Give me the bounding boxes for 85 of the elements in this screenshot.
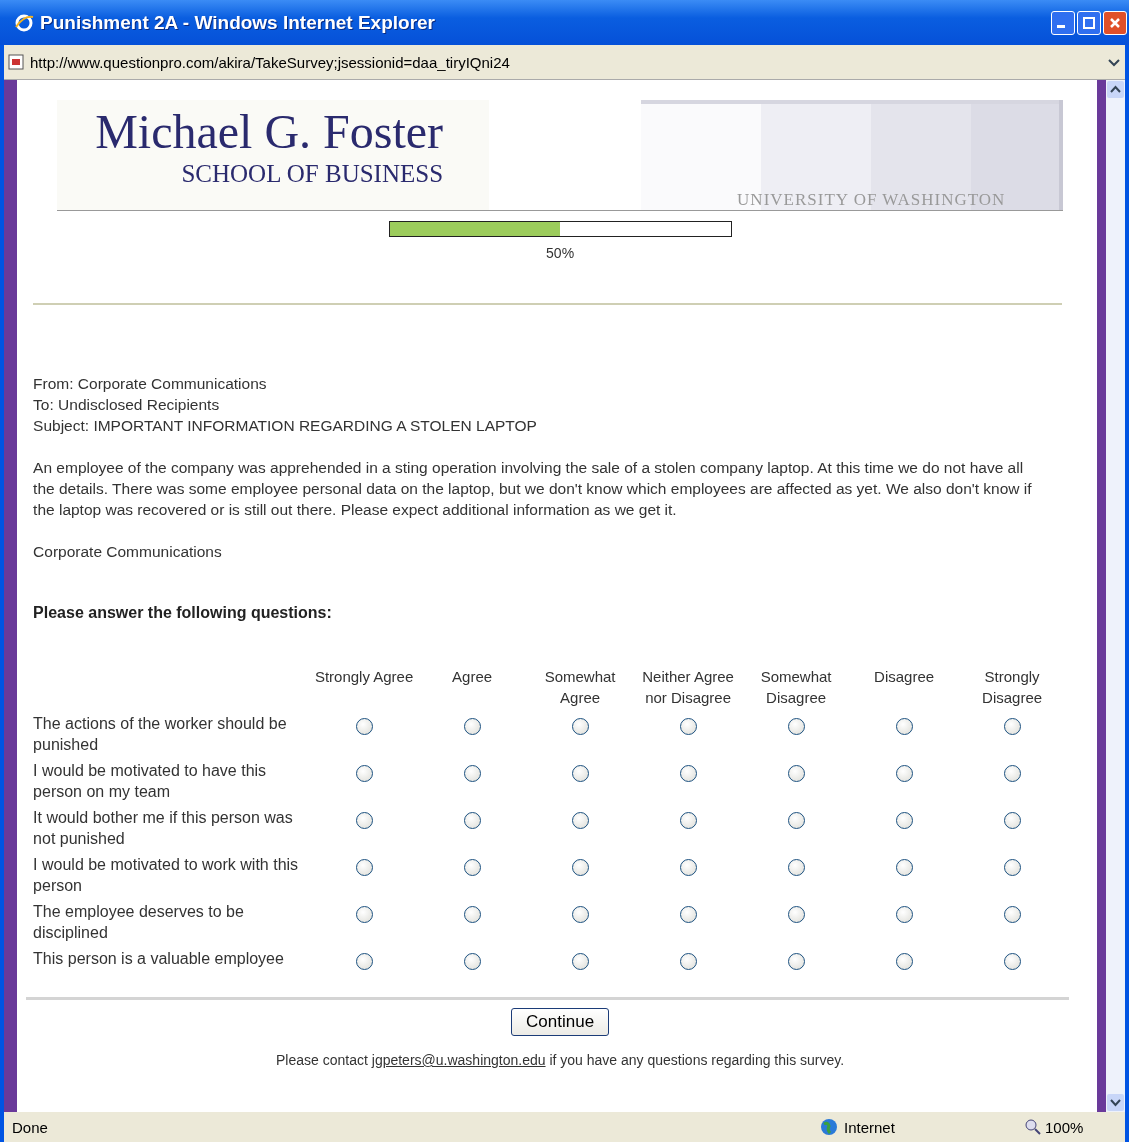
radio-button[interactable] (679, 718, 697, 735)
instructions: Please answer the following questions: (33, 604, 333, 622)
globe-icon (820, 1118, 838, 1136)
signature: Corporate Communications (33, 542, 223, 562)
radio-button[interactable] (355, 765, 373, 782)
radio-button[interactable] (571, 765, 589, 782)
minimize-icon (1057, 25, 1065, 28)
radio-button[interactable] (571, 906, 589, 923)
status-text: Done (11, 1118, 49, 1136)
radio-button[interactable] (1003, 812, 1021, 829)
radio-button[interactable] (787, 812, 805, 829)
column-header: Neither Agree nor Disagree (641, 667, 735, 708)
progress-percent: 50% (546, 245, 575, 261)
zoom-text[interactable]: 100% (1045, 1118, 1084, 1136)
maximize-icon (1082, 15, 1096, 30)
radio-button[interactable] (571, 859, 589, 876)
radio-button[interactable] (463, 718, 481, 735)
continue-button[interactable]: Continue (511, 1008, 610, 1036)
column-header: Strongly Agree (314, 667, 415, 687)
browser-logo-icon (14, 12, 34, 33)
radio-button[interactable] (787, 859, 805, 876)
zone-text: Internet (844, 1118, 895, 1136)
radio-button[interactable] (895, 906, 913, 923)
university-name: UNIVERSITY OF WASHINGTON (736, 190, 1006, 210)
question-statement: This person is a valuable employee (33, 949, 285, 969)
radio-button[interactable] (1003, 953, 1021, 970)
radio-button[interactable] (355, 953, 373, 970)
close-button[interactable] (1103, 10, 1127, 35)
email-header-line: To: Undisclosed Recipients (33, 395, 221, 415)
maximize-button[interactable] (1077, 10, 1101, 35)
radio-button[interactable] (1003, 718, 1021, 735)
radio-button[interactable] (679, 812, 697, 829)
scroll-up-icon[interactable] (1106, 80, 1125, 99)
radio-button[interactable] (1003, 859, 1021, 876)
column-header: Agree (451, 667, 494, 687)
close-icon (1108, 15, 1122, 30)
email-header-line: From: Corporate Communications (33, 374, 268, 394)
radio-button[interactable] (787, 953, 805, 970)
radio-button[interactable] (463, 812, 481, 829)
email-header-line: Subject: IMPORTANT INFORMATION REGARDING A STOLEN LAPTOP (33, 416, 538, 436)
radio-button[interactable] (787, 906, 805, 923)
radio-button[interactable] (787, 718, 805, 735)
radio-button[interactable] (895, 953, 913, 970)
radio-button[interactable] (463, 953, 481, 970)
column-header: Somewhat Disagree (759, 667, 833, 708)
radio-button[interactable] (463, 765, 481, 782)
minimize-button[interactable] (1051, 10, 1075, 35)
radio-button[interactable] (571, 953, 589, 970)
question-statement: I would be motivated to have this person on my team (33, 761, 268, 802)
radio-button[interactable] (679, 859, 697, 876)
radio-button[interactable] (679, 953, 697, 970)
column-header: Disagree (873, 667, 936, 687)
radio-button[interactable] (355, 859, 373, 876)
radio-button[interactable] (895, 812, 913, 829)
radio-button[interactable] (463, 859, 481, 876)
radio-button[interactable] (1003, 906, 1021, 923)
address-text: http://www.questionpro.com/akira/TakeSurvey;jsessionid=daa_tiryIQni24 (30, 53, 511, 71)
logo-title: Michael G. Foster (95, 108, 444, 156)
column-header: Somewhat Agree (543, 667, 617, 708)
radio-button[interactable] (463, 906, 481, 923)
question-statement: The employee deserves to be disciplined (33, 902, 245, 943)
radio-button[interactable] (355, 906, 373, 923)
radio-button[interactable] (895, 718, 913, 735)
message-paragraph: An employee of the company was apprehended in a sting operation involving the sale of a stolen company laptop. At this time we do not have all the details. There was some employee personal data on the laptop, but we don't know which employees are affected as yet. We also don't know if the laptop was recovered or is still out there. Please expect additional information as we get it. (33, 458, 1033, 520)
window-title: Punishment 2A - Windows Internet Explorer (40, 11, 436, 34)
radio-button[interactable] (679, 906, 697, 923)
question-statement: I would be motivated to work with this person (33, 855, 300, 896)
radio-button[interactable] (571, 718, 589, 735)
logo-subtitle: SCHOOL OF BUSINESS (181, 160, 444, 188)
radio-button[interactable] (1003, 765, 1021, 782)
column-header: Strongly Disagree (981, 667, 1044, 708)
radio-button[interactable] (895, 859, 913, 876)
question-statement: It would bother me if this person was not punished (33, 808, 294, 849)
radio-button[interactable] (355, 718, 373, 735)
radio-button[interactable] (895, 765, 913, 782)
page-icon (8, 54, 24, 70)
radio-button[interactable] (571, 812, 589, 829)
question-statement: The actions of the worker should be punished (33, 714, 288, 755)
radio-button[interactable] (787, 765, 805, 782)
contact-note: Please contact jgpeters@u.washington.edu if you have any questions regarding this survey. (276, 1052, 845, 1068)
radio-button[interactable] (355, 812, 373, 829)
radio-button[interactable] (679, 765, 697, 782)
zoom-icon[interactable] (1025, 1119, 1041, 1135)
scroll-down-icon[interactable] (1106, 1093, 1125, 1112)
email-link[interactable]: jgpeters@u.washington.edu (371, 1052, 546, 1068)
